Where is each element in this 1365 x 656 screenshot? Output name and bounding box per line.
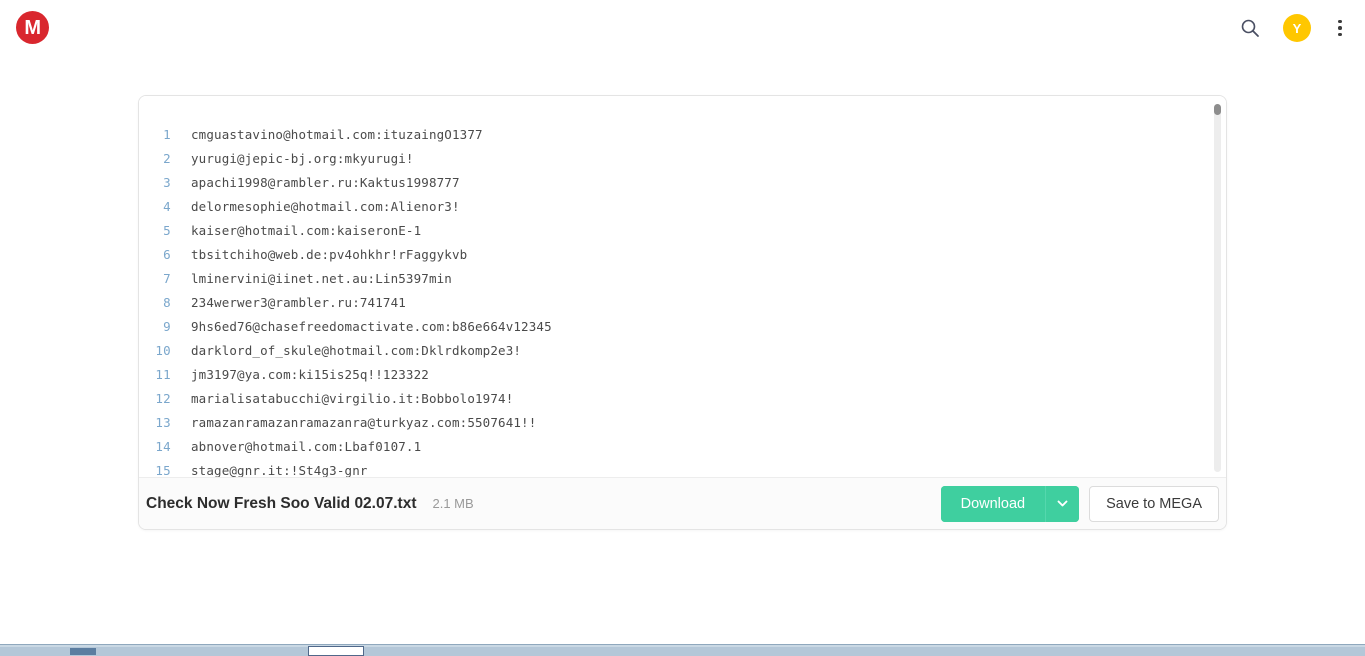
line-number: 10 (139, 343, 171, 358)
download-button-group: Download (941, 486, 1080, 522)
avatar[interactable]: Y (1283, 14, 1311, 42)
text-line: 7 lminervini@iinet.net.au:Lin5397min (139, 271, 1227, 295)
text-line: 13 ramazanramazanramazanra@turkyaz.com:55… (139, 415, 1227, 439)
text-line: 10 darklord_of_skule@hotmail.com:Dklrdkom… (139, 343, 1227, 367)
line-content: jm3197@ya.com:ki15is25q!!123322 (191, 367, 429, 382)
line-content: apachi1998@rambler.ru:Kaktus1998777 (191, 175, 460, 190)
file-name: Check Now Fresh Soo Valid 02.07.txt (146, 495, 416, 513)
top-navigation-bar: M Y (0, 0, 1365, 56)
line-number: 1 (139, 127, 171, 142)
line-number: 13 (139, 415, 171, 430)
line-content: stage@gnr.it:!St4g3-gnr (191, 463, 368, 478)
search-icon (1240, 18, 1260, 38)
line-content: marialisatabucchi@virgilio.it:Bobbolo197… (191, 391, 513, 406)
download-options-button[interactable] (1045, 486, 1079, 522)
avatar-initial: Y (1293, 22, 1302, 35)
mega-logo-letter: M (24, 18, 40, 38)
file-preview-card: 1 cmguastavino@hotmail.com:ituzaingO1377 2… (138, 95, 1227, 530)
text-line: 6 tbsitchiho@web.de:pv4ohkhr!rFaggykvb (139, 247, 1227, 271)
os-taskbar (0, 644, 1365, 655)
line-number: 8 (139, 295, 171, 310)
line-content: delormesophie@hotmail.com:Alienor3! (191, 199, 460, 214)
line-number: 5 (139, 223, 171, 238)
text-line: 12 marialisatabucchi@virgilio.it:Bobbolo1… (139, 391, 1227, 415)
line-content: 234werwer3@rambler.ru:741741 (191, 295, 406, 310)
mega-logo[interactable]: M (16, 11, 49, 44)
line-number: 7 (139, 271, 171, 286)
kebab-dot (1338, 20, 1342, 24)
line-content: 9hs6ed76@chasefreedomactivate.com:b86e66… (191, 319, 552, 334)
line-number: 12 (139, 391, 171, 406)
text-line: 5 kaiser@hotmail.com:kaiseronE-1 (139, 223, 1227, 247)
file-size: 2.1 MB (432, 496, 473, 511)
line-number: 2 (139, 151, 171, 166)
line-number: 4 (139, 199, 171, 214)
preview-footer-bar: Check Now Fresh Soo Valid 02.07.txt 2.1 … (139, 477, 1227, 529)
search-button[interactable] (1235, 13, 1265, 43)
line-number: 9 (139, 319, 171, 334)
line-content: darklord_of_skule@hotmail.com:Dklrdkomp2… (191, 343, 521, 358)
text-line-list: 1 cmguastavino@hotmail.com:ituzaingO1377 2… (139, 127, 1227, 479)
kebab-dot (1338, 26, 1342, 30)
preview-scrollbar-track[interactable] (1214, 104, 1221, 472)
text-line: 8 234werwer3@rambler.ru:741741 (139, 295, 1227, 319)
save-to-mega-button[interactable]: Save to MEGA (1089, 486, 1219, 522)
line-content: cmguastavino@hotmail.com:ituzaingO1377 (191, 127, 483, 142)
taskbar-active-item (70, 648, 96, 655)
line-content: yurugi@jepic-bj.org:mkyurugi! (191, 151, 414, 166)
text-line: 11 jm3197@ya.com:ki15is25q!!123322 (139, 367, 1227, 391)
kebab-menu-icon[interactable] (1329, 16, 1351, 40)
line-number: 3 (139, 175, 171, 190)
line-content: lminervini@iinet.net.au:Lin5397min (191, 271, 452, 286)
text-preview-viewport[interactable]: 1 cmguastavino@hotmail.com:ituzaingO1377 2… (139, 96, 1227, 479)
text-line: 9 9hs6ed76@chasefreedomactivate.com:b86e6… (139, 319, 1227, 343)
line-content: kaiser@hotmail.com:kaiseronE-1 (191, 223, 421, 238)
line-number: 6 (139, 247, 171, 262)
line-number: 14 (139, 439, 171, 454)
text-line: 2 yurugi@jepic-bj.org:mkyurugi! (139, 151, 1227, 175)
line-number: 11 (139, 367, 171, 382)
text-line: 1 cmguastavino@hotmail.com:ituzaingO1377 (139, 127, 1227, 151)
download-button[interactable]: Download (941, 486, 1046, 522)
chevron-down-icon (1056, 497, 1069, 510)
line-content: tbsitchiho@web.de:pv4ohkhr!rFaggykvb (191, 247, 467, 262)
line-content: abnover@hotmail.com:Lbaf0107.1 (191, 439, 421, 454)
text-line: 14 abnover@hotmail.com:Lbaf0107.1 (139, 439, 1227, 463)
text-line: 3 apachi1998@rambler.ru:Kaktus1998777 (139, 175, 1227, 199)
text-line: 4 delormesophie@hotmail.com:Alienor3! (139, 199, 1227, 223)
line-content: ramazanramazanramazanra@turkyaz.com:5507… (191, 415, 536, 430)
preview-scrollbar-thumb[interactable] (1214, 104, 1221, 115)
kebab-dot (1338, 33, 1342, 37)
file-meta: Check Now Fresh Soo Valid 02.07.txt 2.1 … (146, 495, 474, 513)
line-number: 15 (139, 463, 171, 478)
topbar-right-group: Y (1235, 0, 1351, 56)
footer-actions: Download Save to MEGA (941, 486, 1219, 522)
